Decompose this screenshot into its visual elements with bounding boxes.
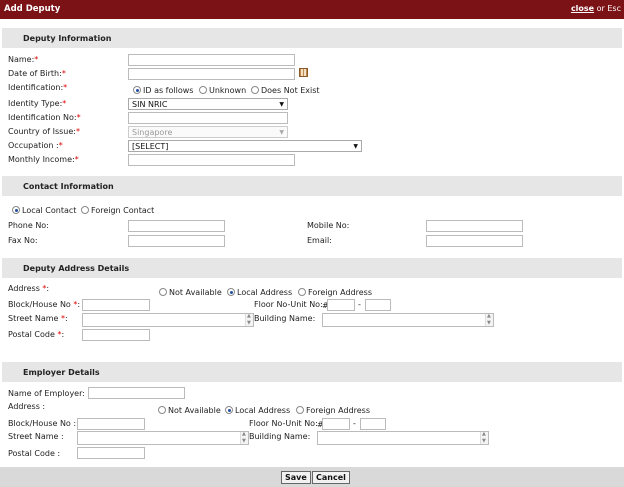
- mobile-label: Mobile No:: [307, 221, 350, 230]
- scrollbar[interactable]: ▲ ▼: [480, 432, 488, 444]
- section-title-contact-information: Contact Information: [23, 182, 114, 191]
- postal-code-input[interactable]: [82, 329, 150, 341]
- block-house-label: Block/House No *:: [8, 300, 81, 309]
- radio-id-as-follows[interactable]: [133, 86, 141, 94]
- radio-address-local[interactable]: [227, 288, 235, 296]
- dialog-title: Add Deputy: [4, 4, 61, 14]
- country-of-issue-select: Singapore ▼: [128, 126, 288, 138]
- building-name-textarea[interactable]: ▲ ▼: [322, 313, 494, 327]
- address-label: Address *:: [8, 284, 50, 293]
- chevron-down-icon: ▼: [353, 143, 358, 150]
- chevron-down-icon: ▼: [279, 129, 284, 136]
- employer-street-name-textarea[interactable]: ▲ ▼: [77, 431, 249, 445]
- scrollbar[interactable]: ▲ ▼: [240, 432, 248, 444]
- unit-input[interactable]: [365, 299, 391, 311]
- close-area: close or Esc: [571, 4, 621, 13]
- radio-id-unknown[interactable]: [199, 86, 207, 94]
- chevron-down-icon: ▼: [279, 101, 284, 108]
- street-name-label: Street Name *:: [8, 314, 68, 323]
- floor-unit-label: Floor No-Unit No:: [254, 300, 323, 309]
- mobile-input[interactable]: [426, 220, 523, 232]
- phone-input[interactable]: [128, 220, 225, 232]
- radio-local-contact[interactable]: [12, 206, 20, 214]
- section-title-deputy-information: Deputy Information: [23, 34, 112, 43]
- employer-unit-input[interactable]: [360, 418, 386, 430]
- employer-block-house-label: Block/House No :: [8, 419, 77, 428]
- occupation-select[interactable]: [SELECT] ▼: [128, 140, 362, 152]
- radio-address-not-available[interactable]: [159, 288, 167, 296]
- radio-address-local-label: Local Address: [237, 288, 293, 297]
- radio-address-not-available-label: Not Available: [169, 288, 222, 297]
- name-input[interactable]: [128, 54, 295, 66]
- section-contact-information: Contact Information: [2, 176, 622, 196]
- employer-address-label: Address :: [8, 402, 46, 411]
- occupation-label: Occupation :*: [8, 141, 63, 150]
- radio-employer-address-local-label: Local Address: [235, 406, 291, 415]
- email-label: Email:: [307, 236, 332, 245]
- block-house-input[interactable]: [82, 299, 150, 311]
- radio-employer-address-not-available[interactable]: [158, 406, 166, 414]
- monthly-income-input[interactable]: [128, 154, 295, 166]
- section-employer-details: Employer Details: [2, 362, 622, 382]
- dob-label: Date of Birth:*: [8, 69, 66, 78]
- postal-code-label: Postal Code *:: [8, 330, 65, 339]
- calendar-icon[interactable]: [299, 68, 308, 77]
- employer-name-input[interactable]: [88, 387, 185, 399]
- close-link[interactable]: close: [571, 4, 594, 13]
- employer-building-name-textarea[interactable]: ▲ ▼: [317, 431, 489, 445]
- section-title-employer-details: Employer Details: [23, 368, 100, 377]
- section-title-deputy-address: Deputy Address Details: [23, 264, 130, 273]
- identity-type-label: Identity Type:*: [8, 99, 67, 108]
- employer-street-name-label: Street Name :: [8, 432, 64, 441]
- employer-name-label: Name of Employer:: [8, 389, 85, 398]
- identification-no-label: Identification No:*: [8, 113, 81, 122]
- identity-type-select[interactable]: SIN NRIC ▼: [128, 98, 288, 110]
- radio-id-does-not-exist-label: Does Not Exist: [261, 86, 320, 95]
- scrollbar[interactable]: ▲ ▼: [485, 314, 493, 326]
- radio-address-foreign-label: Foreign Address: [308, 288, 373, 297]
- radio-employer-address-foreign-label: Foreign Address: [306, 406, 371, 415]
- cancel-button[interactable]: Cancel: [312, 471, 350, 484]
- dialog-footer: Save Cancel: [0, 467, 624, 487]
- radio-employer-address-foreign[interactable]: [296, 406, 304, 414]
- radio-foreign-contact-label: Foreign Contact: [91, 206, 155, 215]
- employer-unit-separator: -: [353, 419, 356, 428]
- street-name-textarea[interactable]: ▲ ▼: [82, 313, 254, 327]
- radio-foreign-contact[interactable]: [81, 206, 89, 214]
- identification-no-input[interactable]: [128, 112, 288, 124]
- radio-employer-address-local[interactable]: [225, 406, 233, 414]
- name-label: Name:*: [8, 55, 39, 64]
- phone-label: Phone No:: [8, 221, 49, 230]
- employer-floor-input[interactable]: [322, 418, 350, 430]
- close-suffix: or Esc: [594, 4, 621, 13]
- employer-building-name-label: Building Name:: [249, 432, 311, 441]
- radio-id-unknown-label: Unknown: [209, 86, 247, 95]
- building-name-label: Building Name:: [254, 314, 316, 323]
- unit-separator: -: [358, 300, 361, 309]
- floor-input[interactable]: [327, 299, 355, 311]
- fax-input[interactable]: [128, 235, 225, 247]
- email-input[interactable]: [426, 235, 523, 247]
- radio-id-does-not-exist[interactable]: [251, 86, 259, 94]
- employer-postal-code-label: Postal Code :: [8, 449, 61, 458]
- country-of-issue-label: Country of Issue:*: [8, 127, 80, 136]
- radio-local-contact-label: Local Contact: [22, 206, 77, 215]
- employer-block-house-input[interactable]: [77, 418, 145, 430]
- section-deputy-address: Deputy Address Details: [2, 258, 622, 278]
- dialog-titlebar: Add Deputy close or Esc: [0, 0, 624, 19]
- fax-label: Fax No:: [8, 236, 38, 245]
- save-button[interactable]: Save: [281, 471, 311, 484]
- employer-postal-code-input[interactable]: [77, 447, 145, 459]
- radio-address-foreign[interactable]: [298, 288, 306, 296]
- radio-employer-address-not-available-label: Not Available: [168, 406, 221, 415]
- radio-id-as-follows-label: ID as follows: [143, 86, 194, 95]
- employer-floor-unit-label: Floor No-Unit No:: [249, 419, 318, 428]
- monthly-income-label: Monthly Income:*: [8, 155, 79, 164]
- dob-input[interactable]: [128, 68, 295, 80]
- section-deputy-information: Deputy Information: [2, 28, 622, 48]
- identification-label: Identification:*: [8, 83, 68, 92]
- scrollbar[interactable]: ▲ ▼: [245, 314, 253, 326]
